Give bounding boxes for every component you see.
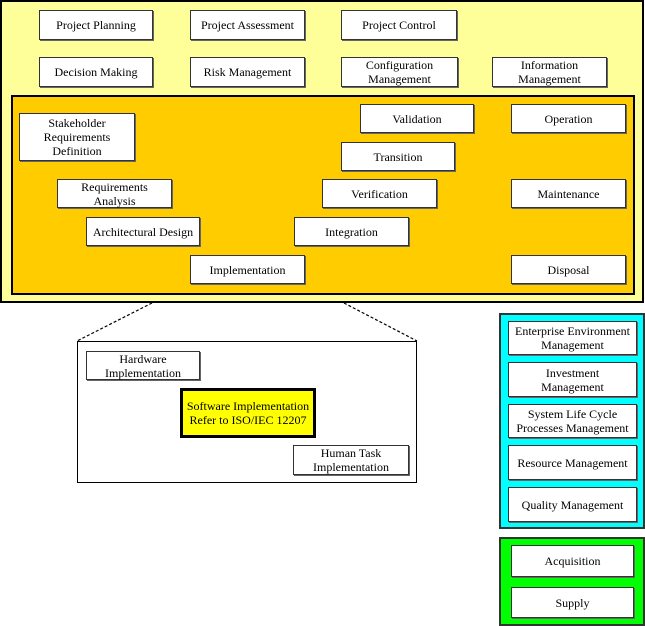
- box-resource-management: Resource Management: [508, 445, 637, 480]
- label: Quality Management: [521, 497, 624, 512]
- box-investment-management: Investment Management: [508, 362, 637, 397]
- box-acquisition: Acquisition: [511, 545, 634, 577]
- label: Software Implementation Refer to ISO/IEC…: [186, 399, 310, 427]
- label: Supply: [555, 595, 590, 610]
- dashed-line-right: [343, 302, 418, 342]
- dashed-line-left: [76, 302, 153, 342]
- label: Acquisition: [544, 554, 601, 568]
- label: System Life Cycle Processes Management: [516, 407, 629, 435]
- label: Investment Management: [541, 365, 604, 394]
- process-diagram: Project Planning Project Assessment Proj…: [0, 0, 645, 626]
- box-supply: Supply: [511, 587, 634, 618]
- label: Human Task Implementation: [313, 446, 389, 474]
- box-human-task-implementation: Human Task Implementation: [293, 445, 409, 475]
- label: Enterprise Environment Management: [515, 324, 630, 352]
- box-life-cycle-processes-management: System Life Cycle Processes Management: [508, 404, 637, 438]
- box-enterprise-environment-management: Enterprise Environment Management: [508, 321, 637, 355]
- label: Resource Management: [517, 455, 628, 470]
- box-hardware-implementation: Hardware Implementation: [86, 351, 200, 380]
- box-quality-management: Quality Management: [508, 487, 637, 522]
- label: Hardware Implementation: [105, 351, 181, 380]
- box-software-implementation: Software Implementation Refer to ISO/IEC…: [180, 388, 316, 438]
